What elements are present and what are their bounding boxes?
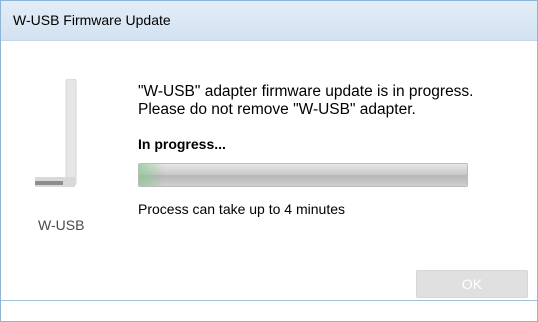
progress-fill	[139, 164, 467, 186]
firmware-update-dialog: W-USB Firmware Update W-USB "W-USB" adap…	[0, 0, 538, 322]
dialog-content: W-USB "W-USB" adapter firmware update is…	[1, 41, 537, 298]
progress-bar	[138, 163, 468, 187]
window-title: W-USB Firmware Update	[13, 12, 171, 28]
adapter-label: W-USB	[38, 217, 85, 233]
window-bottom-edge	[1, 300, 537, 301]
duration-note: Process can take up to 4 minutes	[138, 201, 345, 217]
ok-button[interactable]: OK	[416, 270, 528, 298]
message-line-1: "W-USB" adapter firmware update is in pr…	[138, 83, 474, 100]
title-bar[interactable]: W-USB Firmware Update	[1, 1, 537, 41]
progress-status: In progress...	[138, 136, 226, 152]
update-message: "W-USB" adapter firmware update is in pr…	[138, 83, 474, 119]
message-line-2: Please do not remove "W-USB" adapter.	[138, 101, 416, 118]
progress-glow	[139, 164, 166, 186]
usb-adapter-icon	[35, 79, 77, 187]
